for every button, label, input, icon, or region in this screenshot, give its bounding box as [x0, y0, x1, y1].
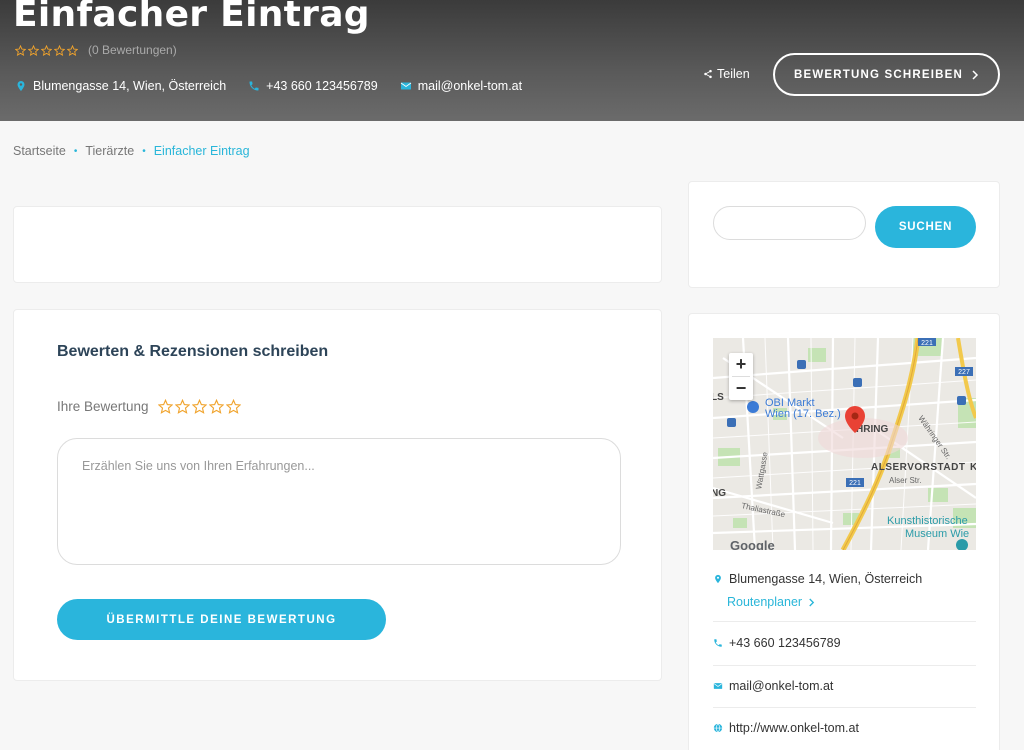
hero-contact: Blumengasse 14, Wien, Österreich +43 660… — [15, 79, 522, 93]
map-pin-icon — [715, 574, 721, 584]
breadcrumb-home[interactable]: Startseite — [13, 144, 66, 158]
star-icon — [54, 44, 65, 56]
write-review-label: BEWERTUNG SCHREIBEN — [793, 68, 964, 81]
phone-icon — [714, 639, 722, 647]
map-label-route227: 227 — [958, 369, 970, 376]
map-label-alservorstadt-k: K — [970, 462, 976, 473]
breadcrumb-current: Einfacher Eintrag — [153, 144, 250, 158]
sidebar-address-text: Blumengasse 14, Wien, Österreich — [729, 572, 923, 586]
listing-info-widget: 221 227 221 OBI Markt Wien (17. Bez.) HR… — [688, 313, 1000, 750]
map-label-route221-top: 221 — [921, 340, 933, 347]
breadcrumb: Startseite • Tierärzte • Einfacher Eintr… — [13, 144, 250, 158]
globe-icon — [713, 723, 723, 733]
star-icon — [15, 44, 26, 56]
breadcrumb-category[interactable]: Tierärzte — [85, 144, 134, 158]
hero-address-text: Blumengasse 14, Wien, Österreich — [33, 79, 227, 93]
chevron-right-icon — [972, 69, 979, 80]
google-logo: Google — [730, 538, 775, 550]
sidebar-website[interactable]: http://www.onkel-tom.at — [713, 721, 976, 735]
map-label-alservorstadt: ALSERVORSTADT — [871, 462, 965, 473]
search-input[interactable] — [713, 206, 866, 240]
share-icon — [704, 69, 712, 79]
share-label: Teilen — [717, 67, 750, 81]
search-widget: SUCHEN — [688, 181, 1000, 288]
hero-email[interactable]: mail@onkel-tom.at — [400, 79, 522, 93]
map-label-edge-ng: NG — [713, 488, 726, 499]
map-label-route221: 221 — [849, 480, 861, 487]
review-card: Bewerten & Rezensionen schreiben Ihre Be… — [13, 309, 662, 681]
route-planner-link[interactable]: Routenplaner — [727, 595, 815, 609]
star-icon[interactable] — [174, 399, 190, 414]
your-rating: Ihre Bewertung — [57, 399, 241, 414]
envelope-icon — [400, 82, 411, 90]
review-title: Bewerten & Rezensionen schreiben — [57, 343, 329, 360]
map-label-alser: Alser Str. — [889, 476, 921, 485]
sidebar-phone[interactable]: +43 660 123456789 — [713, 636, 976, 650]
star-icon[interactable] — [208, 399, 224, 414]
star-icon[interactable] — [157, 399, 173, 414]
map-zoom-controls: + − — [729, 353, 753, 400]
transit-icon — [727, 418, 736, 427]
share-button[interactable]: Teilen — [703, 67, 750, 81]
star-icon — [28, 44, 39, 56]
envelope-icon — [713, 683, 723, 689]
star-icon — [41, 44, 52, 56]
zoom-in-button[interactable]: + — [729, 353, 753, 376]
zoom-out-button[interactable]: − — [729, 377, 753, 400]
location-map[interactable]: 221 227 221 OBI Markt Wien (17. Bez.) HR… — [713, 338, 976, 550]
star-icon[interactable] — [191, 399, 207, 414]
sidebar-website-text: http://www.onkel-tom.at — [729, 721, 859, 735]
breadcrumb-separator: • — [73, 145, 78, 157]
sidebar-email[interactable]: mail@onkel-tom.at — [713, 679, 976, 693]
hero-address[interactable]: Blumengasse 14, Wien, Österreich — [15, 79, 226, 93]
divider — [713, 707, 976, 708]
map-label-khm1: Kunsthistorische — [887, 515, 968, 527]
review-textarea[interactable] — [57, 438, 621, 565]
your-rating-label: Ihre Bewertung — [57, 399, 149, 414]
phone-icon — [249, 81, 259, 91]
listing-title: Einfacher Eintrag — [13, 0, 370, 35]
content-card — [13, 206, 662, 283]
map-label-khm2: Museum Wie — [905, 528, 969, 540]
listing-hero: Einfacher Eintrag (0 Bewertungen) Blumen… — [0, 0, 1024, 121]
chevron-right-icon — [809, 598, 815, 606]
breadcrumb-separator: • — [142, 145, 146, 157]
hero-phone-text: +43 660 123456789 — [266, 79, 378, 93]
divider — [713, 665, 976, 666]
rating-stars — [157, 399, 241, 414]
transit-icon — [853, 378, 862, 387]
rating-count: (0 Bewertungen) — [88, 43, 177, 57]
sidebar-email-text: mail@onkel-tom.at — [729, 679, 834, 693]
star-icon — [67, 44, 78, 56]
write-review-button[interactable]: BEWERTUNG SCHREIBEN — [773, 53, 1000, 96]
map-pin-icon — [17, 81, 25, 91]
route-planner-label: Routenplaner — [727, 595, 803, 609]
transit-icon — [797, 360, 806, 369]
star-icon[interactable] — [225, 399, 241, 414]
hero-phone[interactable]: +43 660 123456789 — [248, 79, 378, 93]
transit-icon — [957, 396, 966, 405]
divider — [713, 621, 976, 622]
submit-review-button[interactable]: ÜBERMITTLE DEINE BEWERTUNG — [57, 599, 386, 640]
search-button[interactable]: SUCHEN — [875, 206, 976, 248]
hero-email-text: mail@onkel-tom.at — [417, 79, 523, 93]
sidebar-address: Blumengasse 14, Wien, Österreich — [713, 572, 976, 586]
map-label-edge-ls: LS — [713, 392, 724, 403]
sidebar-phone-text: +43 660 123456789 — [729, 636, 841, 650]
map-label-obi2: Wien (17. Bez.) — [765, 408, 841, 420]
hero-rating: (0 Bewertungen) — [15, 43, 177, 57]
